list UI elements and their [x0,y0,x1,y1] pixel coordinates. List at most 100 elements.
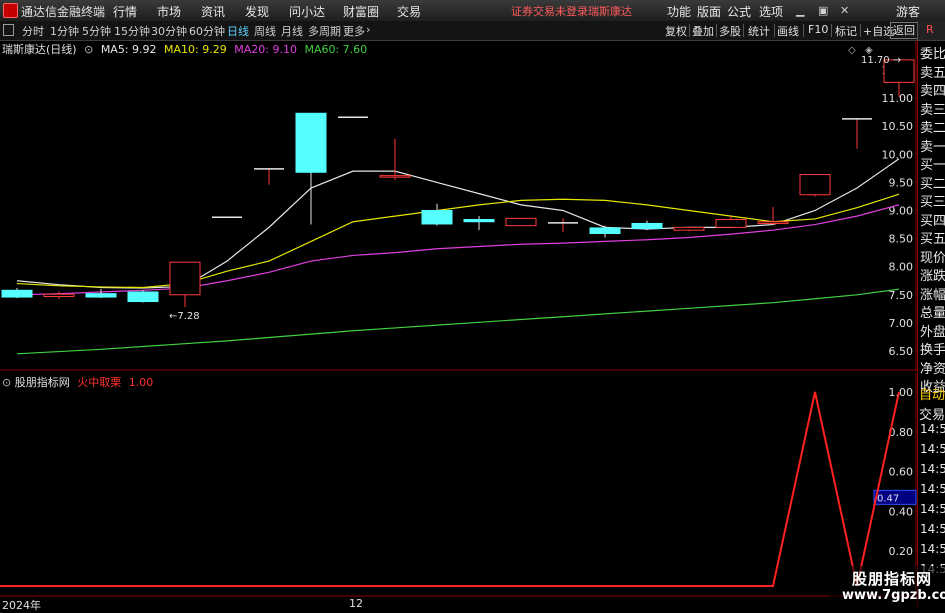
indicator-axis-label: 0.20 [889,545,914,558]
candle-down [463,218,495,223]
f10-button[interactable]: F10 [808,23,828,36]
period-weekly[interactable]: 周线 [254,23,276,39]
indicator-axis-label: 0.40 [889,505,914,518]
menu-market[interactable]: 市场 [157,3,181,20]
maximize-icon[interactable]: ▣ [818,4,828,17]
app-logo-icon [3,3,18,18]
trade-button[interactable]: 交易 [919,404,945,423]
quote-label: 外盘 [920,324,945,340]
menu-formula[interactable]: 公式 [727,3,751,20]
minimize-icon[interactable]: ▁ [796,4,804,17]
quote-label: 涨幅 [920,287,945,303]
price-axis-label: 9.50 [889,176,914,189]
candle-up [715,218,747,228]
statistics-button[interactable]: 统计 [748,23,770,39]
overlay-button[interactable]: 叠加 [692,23,714,39]
x-axis-year: 2024年 [2,599,41,612]
panel-toggle-icon[interactable] [3,24,14,36]
menu-news[interactable]: 资讯 [201,3,225,20]
period-30min[interactable]: 30分钟 [151,23,187,39]
menu-bar: 通达信金融终端 行情 市场 资讯 发现 问小达 财富圈 交易 证券交易未登录 瑞… [0,0,945,22]
indicator-value-tag: 0.47 [877,493,899,504]
watermark: 股朋指标网 www.7gpzb.com [830,566,945,609]
r-tag[interactable]: R [917,21,945,40]
zoom-plus-icon: ◈ [865,45,873,56]
menu-quotes[interactable]: 行情 [113,3,137,20]
app-title: 通达信金融终端 [21,5,106,19]
indicator-line [0,391,900,587]
quote-label: 买二 [920,176,945,192]
menu-wealth[interactable]: 财富圈 [343,3,379,20]
candle-down [295,112,327,173]
candle-down [421,210,453,225]
candle-up [505,217,537,227]
trade-time: 14:56 [920,442,945,456]
menu-function[interactable]: 功能 [667,3,691,20]
menu-layout[interactable]: 版面 [697,3,721,20]
mark-button[interactable]: 标记 [835,23,857,39]
login-status[interactable]: 证券交易未登录 [511,3,588,19]
auto-button[interactable]: 自动 [919,384,945,403]
quote-label: 现价 [920,250,945,266]
trade-time: 14:56 [920,542,945,556]
menu-discover[interactable]: 发现 [245,3,269,20]
close-icon[interactable]: ✕ [840,4,849,17]
period-multi[interactable]: 多周期 [308,23,341,39]
quote-label: 净资 [920,361,945,377]
period-timeshare[interactable]: 分时 [22,23,44,39]
quote-label: 买一 [920,158,945,173]
candlestick-chart[interactable]: 11.5011.0010.5010.009.509.008.508.007.50… [0,41,917,371]
stock-name-header: 瑞斯康达 [588,5,632,18]
menu-ask[interactable]: 问小达 [289,3,325,20]
indicator-axis-label: 1.00 [889,386,914,399]
period-15min[interactable]: 15分钟 [114,23,150,39]
trade-time: 14:56 [920,522,945,536]
trade-time: 14:56 [920,482,945,496]
back-button[interactable]: 返回 [890,22,918,39]
price-axis-label: 7.00 [889,317,914,330]
quote-panel: 委比 卖五 卖四 卖三 卖二 卖一 买一 买二 买三 买四 买五 现价 涨跌 涨幅 总量 外盘 换手 净资 收益 自动… [917,41,945,609]
quote-label: 委比 [920,47,945,62]
price-axis-label: 8.50 [889,233,914,246]
candle-up [379,175,411,178]
candle-down [127,291,159,303]
menu-trade[interactable]: 交易 [397,3,421,20]
candle-down [1,289,33,298]
period-daily[interactable]: 日线 [227,23,249,39]
menu-options[interactable]: 选项 [759,3,783,20]
quote-label: 买四 [920,213,945,229]
period-60min[interactable]: 60分钟 [189,23,225,39]
quote-label: 卖二 [920,121,945,136]
candle-down [631,222,663,229]
quote-label: 买三 [920,195,945,210]
draw-line-button[interactable]: 画线 [777,23,799,39]
multi-stock-button[interactable]: 多股 [719,23,741,39]
price-axis-label: 11.00 [882,92,914,105]
more-chevron-icon[interactable]: › [366,23,370,36]
period-5min[interactable]: 5分钟 [82,23,111,39]
trade-time: 14:56 [920,462,945,476]
period-more[interactable]: 更多 [343,23,365,39]
quote-label: 卖五 [920,65,945,81]
low-annotation: ←7.28 [169,311,200,322]
watermark-url: www.7gpzb.com [842,588,945,603]
quote-label: 卖一 [920,139,945,155]
quote-label: 卖四 [920,84,945,99]
guest-label[interactable]: 游客 [896,3,920,20]
period-1min[interactable]: 1分钟 [50,23,79,39]
adjust-button[interactable]: 复权 [665,23,687,39]
trade-time: 14:56 [920,422,945,436]
quote-label: 换手 [920,343,945,358]
zoom-diamond-icon: ◇ [848,45,856,56]
period-monthly[interactable]: 月线 [281,23,303,39]
candle-up [673,226,705,231]
candle-up [757,221,789,224]
price-axis-label: 7.50 [889,289,914,302]
x-axis-month: 12 [349,597,363,610]
candle-down [589,227,621,235]
indicator-chart[interactable]: 1.000.800.600.400.200.47 [0,373,917,597]
ma20-line [16,204,900,296]
quote-label: 涨跌 [920,269,945,284]
price-axis-label: 6.50 [889,345,914,358]
high-annotation: 11.70 → [861,55,901,66]
